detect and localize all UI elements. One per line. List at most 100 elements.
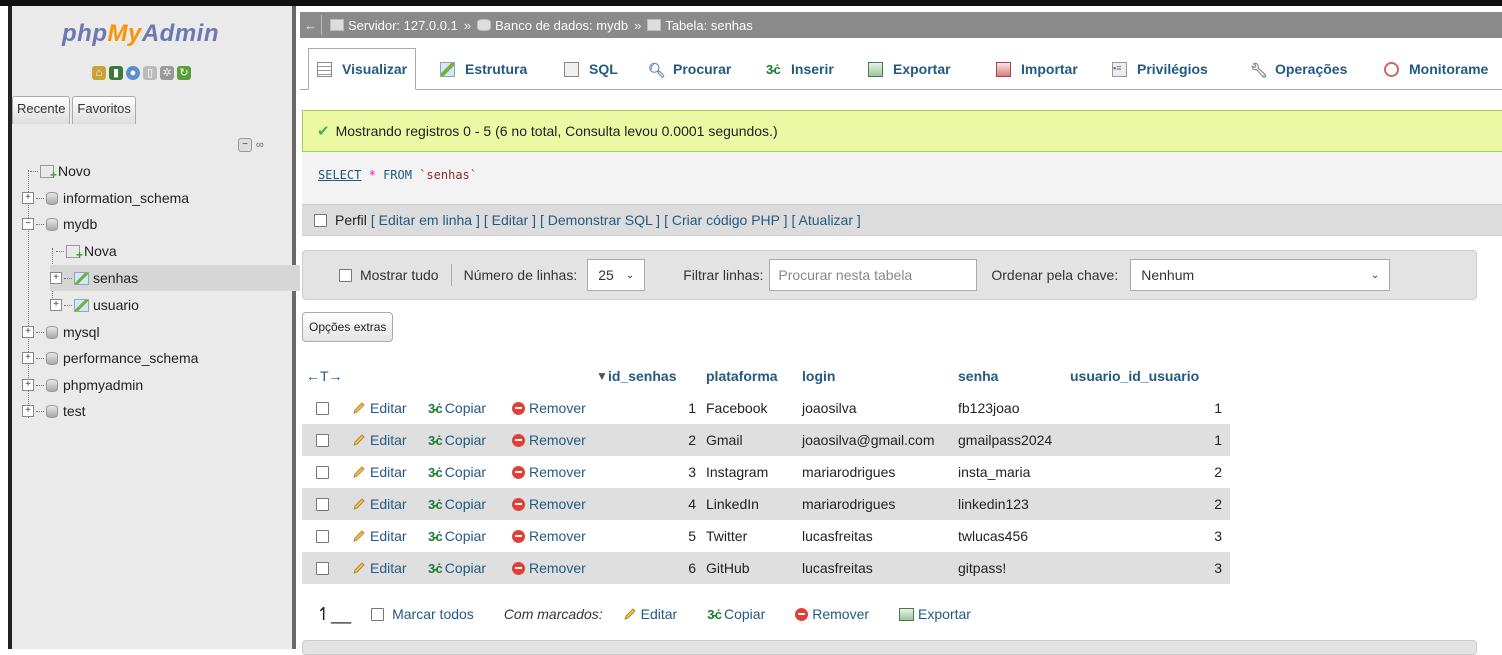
tab-inserir[interactable]: 3-ċ Inserir (758, 48, 842, 90)
row-checkbox[interactable] (316, 552, 337, 584)
cell-login[interactable]: lucasfreitas (802, 520, 873, 552)
bulk-export-button[interactable]: Exportar (899, 606, 971, 622)
cell-login[interactable]: joaosilva (802, 392, 856, 424)
cell-id-senhas[interactable]: 5 (672, 520, 696, 552)
edit-row-button[interactable]: Editar (352, 392, 407, 424)
cell-senha[interactable]: twlucas456 (958, 520, 1028, 552)
remove-row-button[interactable]: Remover (512, 424, 586, 456)
cell-usuario-id-usuario[interactable]: 1 (1162, 424, 1222, 456)
cell-senha[interactable]: linkedin123 (958, 488, 1029, 520)
tab-favoritos[interactable]: Favoritos (72, 96, 136, 124)
tree-item-mydb[interactable]: − mydb (22, 211, 97, 237)
cell-senha[interactable]: fb123joao (958, 392, 1020, 424)
cell-usuario-id-usuario[interactable]: 2 (1162, 488, 1222, 520)
expand-icon[interactable]: + (22, 192, 34, 204)
expand-icon[interactable]: + (22, 352, 34, 364)
cell-plataforma[interactable]: LinkedIn (706, 488, 759, 520)
phpmyadmin-logo[interactable]: phpMyAdmin (62, 20, 219, 48)
reload-icon[interactable]: ↻ (177, 66, 191, 80)
table-row[interactable]: Editar 3-ċ Copiar Remover 4 LinkedIn mariarodr… (302, 488, 1230, 520)
remove-row-button[interactable]: Remover (512, 392, 586, 424)
cell-senha[interactable]: gitpass! (958, 552, 1006, 584)
copy-row-button[interactable]: 3-ċ Copiar (428, 456, 486, 488)
link-demonstrar-sql[interactable]: [ Demonstrar SQL ] (540, 212, 660, 228)
link-editar-em-linha[interactable]: [ Editar em linha ] (371, 212, 480, 228)
row-checkbox[interactable] (316, 392, 337, 424)
remove-row-button[interactable]: Remover (512, 520, 586, 552)
table-row[interactable]: Editar 3-ċ Copiar Remover 5 Twitter lucasfreit… (302, 520, 1230, 552)
row-checkbox[interactable] (316, 456, 337, 488)
profile-checkbox[interactable] (314, 213, 327, 227)
cell-login[interactable]: mariarodrigues (802, 488, 895, 520)
tree-item-phpmyadmin[interactable]: + phpmyadmin (22, 372, 143, 398)
link-editar[interactable]: [ Editar ] (484, 212, 536, 228)
column-header-usuario-id-usuario[interactable]: usuario_id_usuario (1070, 360, 1199, 392)
row-checkbox[interactable] (316, 488, 337, 520)
tree-item-mysql[interactable]: + mysql (22, 319, 100, 345)
home-icon[interactable]: ⌂ (92, 66, 106, 80)
bulk-edit-button[interactable]: Editar (623, 606, 677, 622)
tab-monitoramento[interactable]: Monitorame (1376, 48, 1496, 90)
cell-plataforma[interactable]: Facebook (706, 392, 767, 424)
tab-procurar[interactable]: 🔍︎ Procurar (640, 48, 739, 90)
column-header-plataforma[interactable]: plataforma (706, 360, 778, 392)
extra-options-button[interactable]: Opções extras (302, 312, 394, 342)
remove-row-button[interactable]: Remover (512, 488, 586, 520)
remove-row-button[interactable]: Remover (512, 456, 586, 488)
copy-row-button[interactable]: 3-ċ Copiar (428, 520, 486, 552)
row-checkbox[interactable] (316, 520, 337, 552)
order-select[interactable]: Nenhum ⌄ (1130, 259, 1391, 291)
edit-row-button[interactable]: Editar (352, 520, 407, 552)
expand-icon[interactable]: + (22, 326, 34, 338)
bulk-remove-button[interactable]: Remover (795, 606, 869, 622)
tab-importar[interactable]: Importar (988, 48, 1086, 90)
tree-item-test[interactable]: + test (22, 398, 86, 424)
tab-recente[interactable]: Recente (12, 96, 71, 124)
cell-senha[interactable]: insta_maria (958, 456, 1030, 488)
tree-item-performance-schema[interactable]: + performance_schema (22, 345, 198, 371)
table-row[interactable]: Editar 3-ċ Copiar Remover 2 Gmail joaosilva@gm… (302, 424, 1230, 456)
cell-id-senhas[interactable]: 1 (672, 392, 696, 424)
cell-id-senhas[interactable]: 6 (672, 552, 696, 584)
cell-usuario-id-usuario[interactable]: 3 (1162, 552, 1222, 584)
tree-item-novo[interactable]: Novo (30, 158, 91, 184)
row-checkbox[interactable] (316, 424, 337, 456)
column-header-id-senhas[interactable]: id_senhas (608, 360, 676, 392)
link-atualizar[interactable]: [ Atualizar ] (792, 212, 861, 228)
expand-icon[interactable]: + (22, 379, 34, 391)
copy-row-button[interactable]: 3-ċ Copiar (428, 392, 486, 424)
column-nav-arrows[interactable]: ←T→ (306, 360, 343, 392)
tree-item-usuario[interactable]: + usuario (50, 292, 139, 318)
link-icon[interactable]: ∞ (256, 139, 264, 151)
exit-icon[interactable]: ▮ (109, 66, 123, 80)
copy-row-button[interactable]: 3-ċ Copiar (428, 424, 486, 456)
collapse-all-icon[interactable]: − (238, 138, 252, 152)
expand-icon[interactable]: + (22, 405, 34, 417)
show-all-checkbox[interactable] (339, 268, 352, 282)
settings-icon[interactable]: ✲ (160, 66, 174, 80)
cell-login[interactable]: mariarodrigues (802, 456, 895, 488)
tree-item-nova[interactable]: Nova (56, 238, 117, 264)
copy-row-button[interactable]: 3-ċ Copiar (428, 552, 486, 584)
table-row[interactable]: Editar 3-ċ Copiar Remover 1 Facebook joaosilva… (302, 392, 1230, 424)
query-window-icon[interactable]: ● (126, 66, 140, 80)
tab-estrutura[interactable]: Estrutura (432, 48, 535, 90)
column-header-login[interactable]: login (802, 360, 835, 392)
cell-usuario-id-usuario[interactable]: 2 (1162, 456, 1222, 488)
documentation-icon[interactable]: ▯ (143, 66, 157, 80)
cell-id-senhas[interactable]: 3 (672, 456, 696, 488)
cell-plataforma[interactable]: Gmail (706, 424, 743, 456)
link-criar-codigo-php[interactable]: [ Criar código PHP ] (664, 212, 787, 228)
tab-operacoes[interactable]: 🔧︎ Operações (1242, 48, 1355, 90)
back-arrow-icon[interactable]: ← (300, 15, 322, 35)
expand-icon[interactable]: + (50, 299, 62, 311)
column-header-senha[interactable]: senha (958, 360, 998, 392)
cell-plataforma[interactable]: Instagram (706, 456, 768, 488)
expand-icon[interactable]: + (50, 272, 62, 284)
breadcrumb-database[interactable]: Banco de dados: mydb (477, 18, 628, 33)
tree-item-senhas[interactable]: + senhas (50, 265, 300, 291)
edit-row-button[interactable]: Editar (352, 552, 407, 584)
collapse-icon[interactable]: − (22, 218, 34, 230)
cell-plataforma[interactable]: GitHub (706, 552, 750, 584)
tab-visualizar[interactable]: Visualizar (308, 48, 417, 90)
